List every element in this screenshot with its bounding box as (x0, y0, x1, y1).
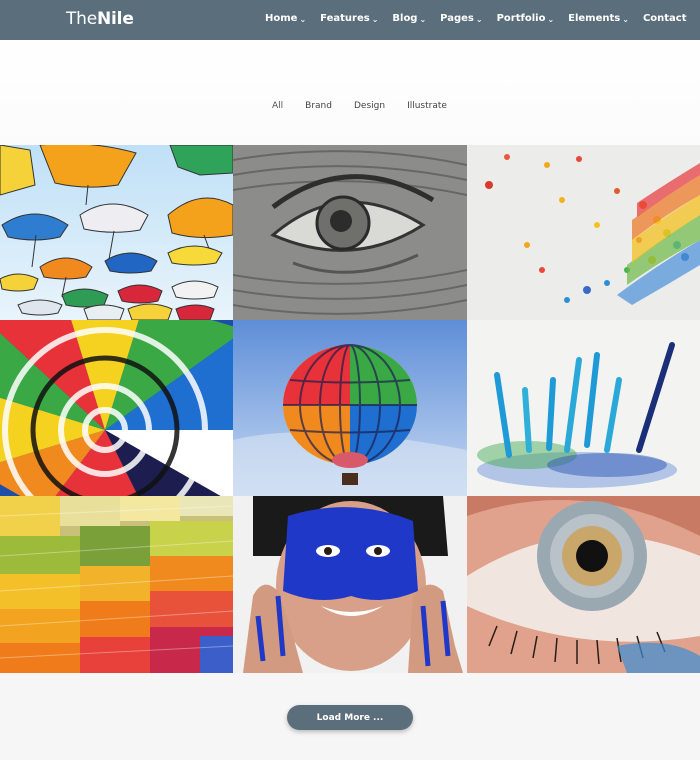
portfolio-filters: All Brand Design Illustrate (272, 101, 469, 111)
eye-closeup-image (467, 496, 700, 673)
nav-item-label: Contact (642, 13, 687, 24)
gallery-item-balloon-canopy[interactable] (0, 320, 233, 496)
gallery-item-stacked-paper[interactable] (0, 496, 233, 673)
confetti-image (467, 145, 700, 320)
hot-air-balloon-image (233, 320, 467, 496)
pencils-image (467, 320, 700, 496)
chevron-down-icon: ⌄ (622, 15, 629, 24)
load-more-button[interactable]: Load More ... (287, 705, 413, 730)
filter-brand[interactable]: Brand (305, 101, 332, 111)
nav-item-pages[interactable]: Pages ⌄ (440, 13, 482, 24)
gallery-item-banknote-eye[interactable] (233, 145, 467, 320)
nav-item-label: Features (320, 13, 370, 24)
chevron-down-icon: ⌄ (299, 15, 307, 24)
gallery-item-pencils[interactable] (467, 320, 700, 496)
umbrellas-image (0, 145, 233, 320)
stacked-paper-image (0, 496, 233, 673)
chevron-down-icon: ⌄ (547, 15, 555, 24)
chevron-down-icon: ⌄ (475, 15, 483, 24)
nav-item-features[interactable]: Features ⌄ (320, 13, 378, 24)
nav-item-label: Pages (440, 13, 474, 24)
nav-item-label: Blog (392, 13, 418, 24)
nav-item-contact[interactable]: Contact (643, 13, 687, 24)
nav-item-label: Portfolio (496, 13, 546, 24)
gallery-item-hot-air-balloon[interactable] (233, 320, 467, 496)
banknote-eye-image (233, 145, 467, 320)
chevron-down-icon: ⌄ (371, 15, 379, 24)
site-logo[interactable]: TheNile (66, 9, 134, 29)
nav-item-portfolio[interactable]: Portfolio ⌄ (497, 13, 555, 24)
gallery-item-blue-painted-face[interactable] (233, 496, 467, 673)
gallery-item-confetti[interactable] (467, 145, 700, 320)
filter-all[interactable]: All (272, 101, 283, 111)
nav-item-label: Elements (568, 13, 621, 24)
filter-design[interactable]: Design (354, 101, 385, 111)
main-menu: Home ⌄ Features ⌄ Blog ⌄ Pages ⌄ Portfolio ⌄ … (265, 13, 700, 24)
nav-item-home[interactable]: Home ⌄ (265, 13, 306, 24)
logo-text-light: The (66, 9, 98, 29)
blue-painted-face-image (233, 496, 467, 673)
chevron-down-icon: ⌄ (419, 15, 427, 24)
nav-item-elements[interactable]: Elements ⌄ (568, 13, 629, 24)
filter-illustrate[interactable]: Illustrate (407, 101, 447, 111)
hero-area (0, 40, 700, 145)
top-navigation-bar: TheNile Home ⌄ Features ⌄ Blog ⌄ Pages ⌄ Por… (0, 0, 700, 40)
balloon-canopy-image (0, 320, 233, 496)
gallery-item-eye-closeup[interactable] (467, 496, 700, 673)
nav-item-blog[interactable]: Blog ⌄ (392, 13, 426, 24)
logo-text-bold: Nile (97, 9, 134, 29)
gallery-item-umbrellas[interactable] (0, 145, 233, 320)
portfolio-gallery (0, 145, 700, 673)
nav-item-label: Home (265, 13, 298, 24)
